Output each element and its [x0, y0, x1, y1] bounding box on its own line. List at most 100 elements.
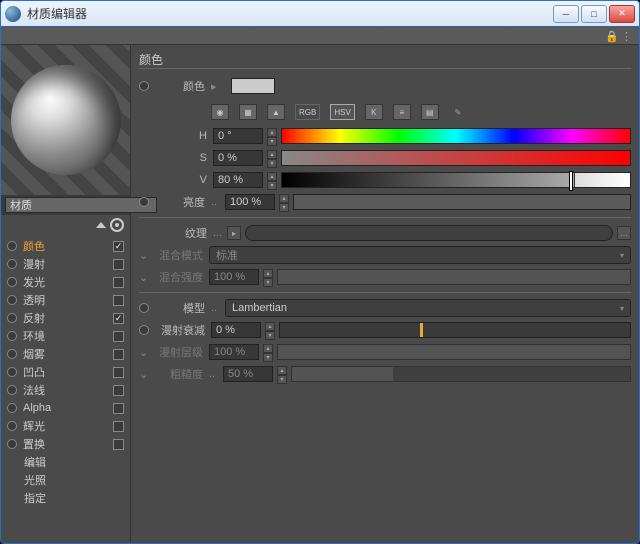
channel-checkbox[interactable] — [113, 259, 124, 270]
spinner: ▴▾ — [277, 366, 287, 382]
radio-icon[interactable] — [7, 277, 17, 287]
titlebar[interactable]: 材质编辑器 ─ □ ✕ — [1, 1, 639, 27]
radio-icon[interactable] — [139, 325, 149, 335]
channel-row-0[interactable]: 颜色✓ — [1, 237, 130, 255]
spinner: ▴▾ — [263, 344, 273, 360]
channel-checkbox[interactable] — [113, 277, 124, 288]
channel-label: 环境 — [23, 328, 107, 344]
radio-icon[interactable] — [7, 331, 17, 341]
channel-label: Alpha — [23, 402, 107, 414]
diffuse-falloff-field[interactable]: 0 % — [211, 322, 261, 338]
s-spinner[interactable]: ▴▾ — [267, 150, 277, 166]
chevron-right-icon[interactable]: ▸ — [211, 80, 221, 93]
channel-row-11[interactable]: 置换 — [1, 435, 130, 453]
channel-label: 透明 — [23, 292, 107, 308]
v-field[interactable]: 80 % — [213, 172, 263, 188]
v-spinner[interactable]: ▴▾ — [267, 172, 277, 188]
channel-label: 置换 — [23, 436, 107, 452]
channel-row-10[interactable]: 辉光 — [1, 417, 130, 435]
channel-row-8[interactable]: 法线 — [1, 381, 130, 399]
channel-label: 反射 — [23, 310, 107, 326]
arrow-up-icon[interactable] — [96, 222, 106, 228]
rgb-mode-button[interactable]: RGB — [295, 104, 320, 120]
row-model: 模型 .. Lambertian▾ — [139, 297, 631, 319]
channel-checkbox[interactable] — [113, 403, 124, 414]
material-preview[interactable] — [1, 45, 130, 195]
minimize-button[interactable]: ─ — [553, 5, 579, 23]
image-icon[interactable]: ▲ — [267, 104, 285, 120]
channel-row-2[interactable]: 发光 — [1, 273, 130, 291]
channel-row-7[interactable]: 凹凸 — [1, 363, 130, 381]
close-button[interactable]: ✕ — [609, 5, 635, 23]
picker-icon[interactable]: ✎ — [449, 104, 467, 120]
channel-extra-row-0[interactable]: 编辑 — [1, 453, 130, 471]
v-label: V — [157, 174, 209, 186]
brightness-field[interactable]: 100 % — [225, 194, 275, 210]
channel-checkbox[interactable] — [113, 385, 124, 396]
radio-icon[interactable] — [139, 81, 149, 91]
preview-sphere — [11, 65, 121, 175]
val-slider[interactable] — [281, 172, 631, 188]
channel-checkbox[interactable]: ✓ — [113, 313, 124, 324]
material-editor-window: 材质编辑器 ─ □ ✕ 🔒 ⋮ 颜色✓漫射发光透明反射 ✓ 环境烟雾凹凸法线 Alph… — [0, 0, 640, 544]
channel-extra-row-2[interactable]: 指定 — [1, 489, 130, 507]
h-label: H — [157, 130, 209, 142]
blend-mode-dropdown[interactable]: 标准▾ — [209, 246, 631, 264]
wheel-icon[interactable]: ◉ — [211, 104, 229, 120]
roughness-label: 粗糙度 — [153, 366, 205, 382]
mixer-icon[interactable]: ≡ — [393, 104, 411, 120]
channel-label: 烟雾 — [23, 346, 107, 362]
radio-icon[interactable] — [139, 197, 149, 207]
hsv-mode-button[interactable]: HSV — [330, 104, 354, 120]
h-spinner[interactable]: ▴▾ — [267, 128, 277, 144]
channel-checkbox[interactable]: ✓ — [113, 241, 124, 252]
brightness-slider[interactable] — [293, 194, 631, 210]
channel-checkbox[interactable] — [113, 295, 124, 306]
channel-row-6[interactable]: 烟雾 — [1, 345, 130, 363]
h-field[interactable]: 0 ° — [213, 128, 263, 144]
radio-icon[interactable] — [7, 367, 17, 377]
lock-icon[interactable]: 🔒 — [605, 30, 617, 42]
radio-icon[interactable] — [7, 385, 17, 395]
radio-icon[interactable] — [7, 259, 17, 269]
radio-icon[interactable] — [7, 439, 17, 449]
channel-checkbox[interactable] — [113, 349, 124, 360]
s-field[interactable]: 0 % — [213, 150, 263, 166]
kelvin-icon[interactable]: K — [365, 104, 383, 120]
texture-browse-button[interactable]: … — [617, 226, 631, 240]
blend-mode-label: 混合模式 — [153, 247, 205, 263]
sat-slider[interactable] — [281, 150, 631, 166]
radio-icon[interactable] — [7, 241, 17, 251]
main-panel: 颜色 颜色 ▸ ◉ ▦ ▲ RGB HSV K ≡ ▤ ✎ H — [131, 45, 639, 543]
radio-icon[interactable] — [7, 421, 17, 431]
hue-slider[interactable] — [281, 128, 631, 144]
spinner[interactable]: ▴▾ — [265, 322, 275, 338]
channel-row-1[interactable]: 漫射 — [1, 255, 130, 273]
color-swatch[interactable] — [231, 78, 275, 94]
menu-icon[interactable]: ⋮ — [621, 30, 633, 42]
channel-checkbox[interactable] — [113, 421, 124, 432]
radio-icon[interactable] — [139, 303, 149, 313]
channel-row-5[interactable]: 环境 — [1, 327, 130, 345]
diffuse-falloff-slider[interactable] — [279, 322, 631, 338]
channel-row-9[interactable]: Alpha — [1, 399, 130, 417]
radio-icon[interactable] — [7, 349, 17, 359]
maximize-button[interactable]: □ — [581, 5, 607, 23]
channel-row-3[interactable]: 透明 — [1, 291, 130, 309]
brightness-spinner[interactable]: ▴▾ — [279, 194, 289, 210]
radio-icon[interactable] — [7, 313, 17, 323]
texture-field[interactable] — [245, 225, 613, 241]
radio-icon[interactable] — [7, 295, 17, 305]
target-icon[interactable] — [110, 218, 124, 232]
model-dropdown[interactable]: Lambertian▾ — [225, 299, 631, 317]
channel-checkbox[interactable] — [113, 367, 124, 378]
channel-label: 发光 — [23, 274, 107, 290]
channel-row-4[interactable]: 反射 ✓ — [1, 309, 130, 327]
texture-arrow-button[interactable]: ▸ — [227, 226, 241, 240]
spectrum-icon[interactable]: ▦ — [239, 104, 257, 120]
radio-icon[interactable] — [7, 403, 17, 413]
channel-checkbox[interactable] — [113, 331, 124, 342]
swatches-icon[interactable]: ▤ — [421, 104, 439, 120]
channel-checkbox[interactable] — [113, 439, 124, 450]
channel-extra-row-1[interactable]: 光照 — [1, 471, 130, 489]
